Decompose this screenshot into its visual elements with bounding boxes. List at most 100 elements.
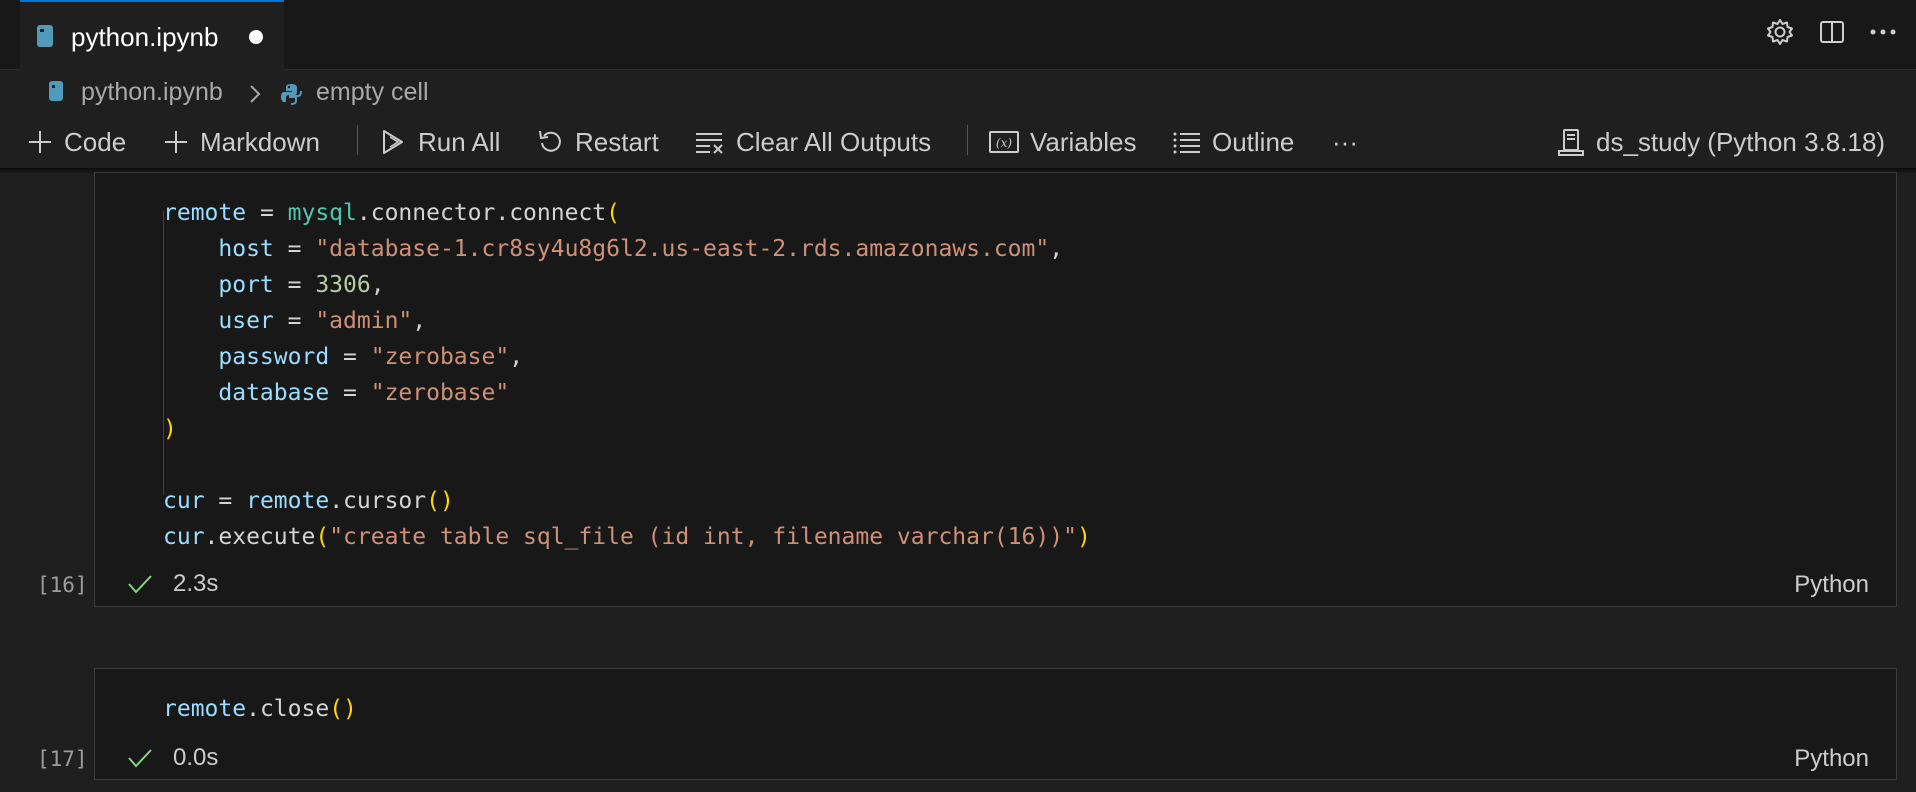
outline-button[interactable]: Outline	[1172, 124, 1294, 160]
plus-icon	[29, 131, 51, 153]
code-line: remote.close()	[163, 691, 357, 727]
kernel-picker-button[interactable]: ds_study (Python 3.8.18)	[1556, 124, 1885, 160]
code-line: cur = remote.cursor()	[163, 483, 454, 519]
code-token: "create table sql_file (id int, filename…	[329, 524, 1077, 550]
tab-title: python.ipynb	[71, 22, 219, 52]
kernel-label: ds_study (Python 3.8.18)	[1596, 126, 1886, 157]
check-icon	[128, 749, 152, 768]
code-token: remote	[163, 696, 247, 722]
code-line: )	[163, 411, 177, 447]
code-token: cur	[163, 488, 205, 514]
toolbar-divider	[967, 125, 968, 155]
chevron-right-icon	[248, 84, 262, 109]
code-token: =	[329, 344, 371, 370]
cell-language[interactable]: Python	[1794, 745, 1869, 773]
breadcrumb-file[interactable]: python.ipynb	[81, 78, 223, 107]
code-token: .connector.connect	[356, 200, 607, 226]
kernel-server-icon	[1558, 129, 1584, 156]
variables-icon: (x)	[989, 131, 1019, 153]
code-token: ,	[370, 272, 385, 298]
notebook-icon	[36, 24, 54, 53]
cell-status: 2.3s	[127, 569, 218, 599]
code-token: )	[1076, 524, 1091, 550]
gear-icon[interactable]	[1766, 18, 1794, 51]
check-icon	[128, 575, 152, 594]
variables-button[interactable]: (x) Variables	[988, 124, 1136, 160]
add-code-button[interactable]: Code	[26, 124, 126, 160]
code-token: =	[329, 380, 371, 406]
code-token: =	[204, 488, 247, 514]
restart-icon	[539, 130, 561, 152]
code-line: password = "zerobase",	[163, 339, 523, 375]
code-token: =	[273, 236, 316, 262]
restart-button[interactable]: Restart	[537, 124, 659, 160]
outline-label: Outline	[1212, 126, 1295, 157]
more-actions-icon[interactable]	[1868, 18, 1898, 51]
code-token: user	[163, 308, 274, 334]
code-token: "database-1.cr8sy4u8g6l2.us-east-2.rds.a…	[315, 236, 1050, 262]
execution-time: 2.3s	[173, 570, 219, 597]
code-token: remote	[246, 488, 330, 514]
code-token: mysql	[287, 200, 357, 226]
code-token: remote	[163, 200, 247, 226]
outline-list-icon	[1173, 132, 1200, 154]
python-icon	[279, 82, 303, 111]
code-token: .close	[246, 696, 330, 722]
code-token: )	[163, 416, 177, 442]
code-token: (	[315, 524, 330, 550]
code-token: =	[246, 200, 288, 226]
clear-all-outputs-label: Clear All Outputs	[736, 126, 932, 157]
more-toolbar-button[interactable]: ···	[1332, 124, 1358, 160]
code-line: database = "zerobase"	[163, 375, 509, 411]
code-token: =	[273, 308, 316, 334]
editor-tab-bar: python.ipynb	[0, 0, 1916, 70]
add-markdown-button[interactable]: Markdown	[162, 124, 320, 160]
breadcrumb: python.ipynb empty cell	[0, 70, 1916, 118]
code-token: database	[163, 380, 330, 406]
code-token: ,	[412, 308, 427, 334]
code-token: password	[163, 344, 330, 370]
execution-count: [17]	[37, 747, 88, 771]
svg-text:(x): (x)	[996, 136, 1012, 150]
add-code-label: Code	[64, 126, 127, 157]
cell-status: 0.0s	[127, 743, 218, 773]
code-token: 3306	[315, 272, 371, 298]
clear-all-outputs-button[interactable]: Clear All Outputs	[694, 124, 931, 160]
restart-label: Restart	[575, 126, 659, 157]
more-toolbar-label: ···	[1332, 126, 1358, 157]
code-cell[interactable]: remote = mysql.connector.connect( host =…	[37, 172, 1897, 607]
toolbar-divider	[357, 125, 358, 155]
notebook-icon	[48, 80, 64, 107]
code-token: "zerobase"	[370, 344, 510, 370]
run-all-button[interactable]: Run All	[380, 124, 500, 160]
code-token: cur	[163, 524, 205, 550]
code-line: remote = mysql.connector.connect(	[163, 195, 620, 231]
code-token: "admin"	[315, 308, 413, 334]
code-line: host = "database-1.cr8sy4u8g6l2.us-east-…	[163, 231, 1063, 267]
split-editor-icon[interactable]	[1818, 18, 1846, 51]
breadcrumb-cell[interactable]: empty cell	[316, 78, 429, 107]
notebook-toolbar: Code Markdown Run All Restart Clear All …	[0, 118, 1916, 168]
code-token: "zerobase"	[370, 380, 510, 406]
run-all-icon	[383, 130, 403, 154]
clear-outputs-icon	[696, 133, 723, 154]
code-token: host	[163, 236, 274, 262]
code-token: (	[606, 200, 620, 226]
code-token: ()	[426, 488, 454, 514]
unsaved-dot-icon[interactable]	[249, 30, 263, 44]
execution-time: 0.0s	[173, 744, 219, 771]
code-line: user = "admin",	[163, 303, 426, 339]
code-cell[interactable]: remote.close() [17] 0.0s Python	[37, 668, 1897, 780]
code-token: port	[163, 272, 274, 298]
plus-icon	[165, 131, 187, 153]
cell-language[interactable]: Python	[1794, 571, 1869, 599]
code-token: =	[273, 272, 316, 298]
tab-python-ipynb[interactable]: python.ipynb	[20, 0, 284, 70]
execution-count: [16]	[37, 573, 88, 597]
code-token: .execute	[204, 524, 316, 550]
code-token: .cursor	[329, 488, 427, 514]
code-token: ,	[509, 344, 524, 370]
variables-label: Variables	[1030, 126, 1137, 157]
code-token: ,	[1049, 236, 1064, 262]
code-line: port = 3306,	[163, 267, 385, 303]
